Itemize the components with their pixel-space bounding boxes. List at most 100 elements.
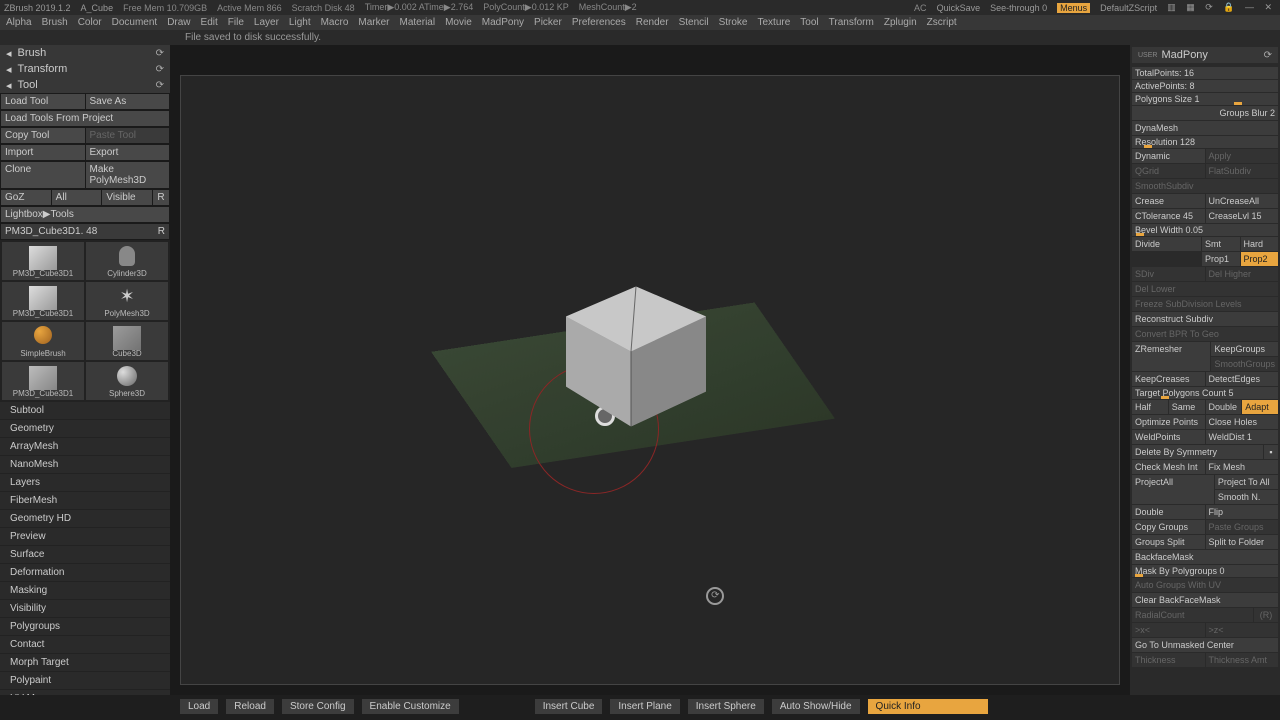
- smt-button[interactable]: Smt: [1202, 237, 1240, 251]
- menu-brush[interactable]: Brush: [42, 17, 68, 28]
- menu-document[interactable]: Document: [112, 17, 158, 28]
- quickinfo-button[interactable]: Quick Info: [868, 699, 988, 714]
- groupssplit-button[interactable]: Groups Split: [1132, 535, 1205, 549]
- splittofolder-button[interactable]: Split to Folder: [1206, 535, 1279, 549]
- sublist-fibermesh[interactable]: FiberMesh: [0, 492, 170, 510]
- load-tool-button[interactable]: Load Tool: [0, 93, 85, 110]
- tool-cylinder[interactable]: Cylinder3D: [86, 242, 168, 280]
- make-polymesh-button[interactable]: Make PolyMesh3D: [85, 161, 171, 189]
- goz-all-button[interactable]: All: [51, 189, 102, 206]
- menu-zplugin[interactable]: Zplugin: [884, 17, 917, 28]
- sublist-polygroups[interactable]: Polygroups: [0, 618, 170, 636]
- reconstruct-button[interactable]: Reconstruct Subdiv: [1132, 312, 1278, 326]
- sublist-geometry-hd[interactable]: Geometry HD: [0, 510, 170, 528]
- window-icons[interactable]: ▥ ▦ ⟳ 🔒 — ✕: [1167, 2, 1276, 13]
- reload-button[interactable]: Reload: [226, 699, 274, 714]
- sublist-subtool[interactable]: Subtool: [0, 402, 170, 420]
- menu-render[interactable]: Render: [636, 17, 669, 28]
- sublist-polypaint[interactable]: Polypaint: [0, 672, 170, 690]
- sublist-deformation[interactable]: Deformation: [0, 564, 170, 582]
- fixmesh-button[interactable]: Fix Mesh: [1206, 460, 1279, 474]
- keepcreases-button[interactable]: KeepCreases: [1132, 372, 1205, 386]
- smoothn-button[interactable]: Smooth N.: [1215, 490, 1278, 504]
- delhigher-button[interactable]: Del Higher: [1206, 267, 1279, 281]
- tool-cube3d[interactable]: Cube3D: [86, 322, 168, 360]
- sublist-masking[interactable]: Masking: [0, 582, 170, 600]
- sublist-uv-map[interactable]: UV Map: [0, 690, 170, 695]
- menu-draw[interactable]: Draw: [167, 17, 190, 28]
- menu-macro[interactable]: Macro: [321, 17, 349, 28]
- apply-button[interactable]: Apply: [1206, 149, 1279, 163]
- tool-header[interactable]: ◂ Tool⟳: [0, 77, 170, 93]
- double-button[interactable]: Double: [1206, 400, 1242, 414]
- autogroups-button[interactable]: Auto Groups With UV: [1132, 578, 1278, 592]
- maskbypolygroups-slider[interactable]: Mask By Polygroups 0: [1132, 565, 1278, 577]
- target-polycount-slider[interactable]: Target Polygons Count 5: [1132, 387, 1278, 399]
- sublist-surface[interactable]: Surface: [0, 546, 170, 564]
- menu-material[interactable]: Material: [400, 17, 436, 28]
- hard-button[interactable]: Hard: [1241, 237, 1279, 251]
- pastegroups-button[interactable]: Paste Groups: [1206, 520, 1279, 534]
- paste-tool-button[interactable]: Paste Tool: [85, 127, 171, 144]
- prop2-button[interactable]: Prop2: [1241, 252, 1279, 266]
- unmaskedcenter-button[interactable]: Go To Unmasked Center: [1132, 638, 1278, 652]
- polygons-size-slider[interactable]: Polygons Size 1: [1132, 93, 1278, 105]
- tool-cube[interactable]: PM3D_Cube3D1: [2, 242, 84, 280]
- clearbackface-button[interactable]: Clear BackFaceMask: [1132, 593, 1278, 607]
- menu-texture[interactable]: Texture: [757, 17, 790, 28]
- reload-icon[interactable]: ⟳: [156, 64, 164, 75]
- flip-button[interactable]: Flip: [1206, 505, 1279, 519]
- crease-button[interactable]: Crease: [1132, 194, 1205, 208]
- sublist-nanomesh[interactable]: NanoMesh: [0, 456, 170, 474]
- radial-r[interactable]: (R): [1254, 608, 1278, 622]
- sdiv-slider[interactable]: SDiv: [1132, 267, 1205, 281]
- freeze-button[interactable]: Freeze SubDivision Levels: [1132, 297, 1278, 311]
- smoothgroups-button[interactable]: SmoothGroups: [1211, 357, 1278, 371]
- menu-zscript[interactable]: Zscript: [927, 17, 957, 28]
- menu-light[interactable]: Light: [289, 17, 311, 28]
- menu-layer[interactable]: Layer: [254, 17, 279, 28]
- menu-preferences[interactable]: Preferences: [572, 17, 626, 28]
- menus-toggle[interactable]: Menus: [1057, 3, 1090, 13]
- clone-button[interactable]: Clone: [0, 161, 85, 189]
- menu-madpony[interactable]: MadPony: [482, 17, 524, 28]
- insertplane-button[interactable]: Insert Plane: [610, 699, 679, 714]
- sublist-geometry[interactable]: Geometry: [0, 420, 170, 438]
- sublist-arraymesh[interactable]: ArrayMesh: [0, 438, 170, 456]
- prop1-button[interactable]: Prop1: [1202, 252, 1240, 266]
- madpony-header[interactable]: USERMadPony⟳: [1132, 47, 1278, 63]
- menu-marker[interactable]: Marker: [358, 17, 389, 28]
- tool-simplebrush[interactable]: SimpleBrush: [2, 322, 84, 360]
- weldpoints-button[interactable]: WeldPoints: [1132, 430, 1205, 444]
- bevelwidth-slider[interactable]: Bevel Width 0.05: [1132, 224, 1278, 236]
- qgrid-button[interactable]: QGrid: [1132, 164, 1205, 178]
- mesh-cube[interactable]: [546, 276, 746, 459]
- thickness-button[interactable]: Thickness: [1132, 653, 1205, 667]
- dynamic-button[interactable]: Dynamic: [1132, 149, 1205, 163]
- orbit-icon[interactable]: ⟳: [706, 587, 724, 605]
- dellower-button[interactable]: Del Lower: [1132, 282, 1278, 296]
- default-zscript[interactable]: DefaultZScript: [1100, 3, 1157, 13]
- menu-stencil[interactable]: Stencil: [679, 17, 709, 28]
- goz-button[interactable]: GoZ: [0, 189, 51, 206]
- dynamesh-button[interactable]: DynaMesh: [1132, 121, 1278, 135]
- menu-color[interactable]: Color: [78, 17, 102, 28]
- zremesher-button[interactable]: ZRemesher: [1132, 342, 1210, 371]
- creaselvl-slider[interactable]: CreaseLvl 15: [1206, 209, 1279, 223]
- same-button[interactable]: Same: [1169, 400, 1205, 414]
- goz-visible-button[interactable]: Visible: [101, 189, 152, 206]
- copygroups-button[interactable]: Copy Groups: [1132, 520, 1205, 534]
- deletebysym-button[interactable]: Delete By Symmetry: [1132, 445, 1263, 459]
- brush-header[interactable]: ◂ Brush⟳: [0, 45, 170, 61]
- optimize-button[interactable]: Optimize Points: [1132, 415, 1205, 429]
- sym-toggle[interactable]: ▪: [1264, 445, 1278, 459]
- export-button[interactable]: Export: [85, 144, 171, 161]
- groups-blur[interactable]: Groups Blur 2: [1132, 106, 1278, 120]
- double2-button[interactable]: Double: [1132, 505, 1205, 519]
- thicknessamt-slider[interactable]: Thickness Amt: [1206, 653, 1279, 667]
- tool-cube3[interactable]: PM3D_Cube3D1: [2, 362, 84, 400]
- enablecustomize-button[interactable]: Enable Customize: [362, 699, 459, 714]
- projectall-button[interactable]: ProjectAll: [1132, 475, 1214, 504]
- transform-header[interactable]: ◂ Transform⟳: [0, 61, 170, 77]
- half-button[interactable]: Half: [1132, 400, 1168, 414]
